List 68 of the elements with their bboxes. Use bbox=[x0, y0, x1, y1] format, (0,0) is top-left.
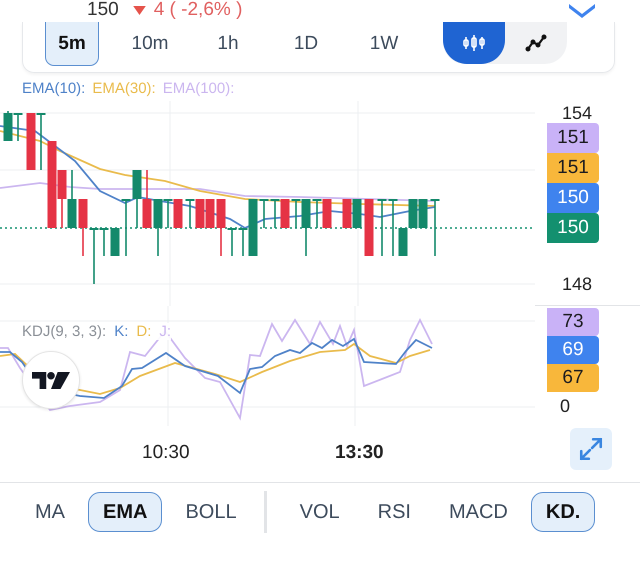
candle bbox=[352, 199, 362, 228]
candle bbox=[216, 199, 226, 256]
overlay-tab[interactable]: MA bbox=[20, 492, 80, 532]
indicator-legend-label: KDJ(9, 3, 3): bbox=[22, 323, 106, 340]
indicator-legend-label: EMA(100): bbox=[162, 80, 234, 99]
logo-icon bbox=[32, 370, 70, 390]
candle bbox=[68, 170, 76, 228]
candlestick-button[interactable] bbox=[443, 22, 505, 64]
timeframe-tab[interactable]: 1W bbox=[357, 22, 411, 66]
candle bbox=[78, 199, 88, 256]
expand-icon bbox=[578, 436, 604, 462]
down-triangle-icon bbox=[132, 6, 146, 14]
timeframe-tab[interactable]: 1D bbox=[279, 22, 333, 66]
candle bbox=[132, 170, 142, 228]
candle bbox=[418, 199, 428, 228]
price-axis-label: 148 bbox=[561, 274, 592, 294]
overlay-tab[interactable]: BOLL bbox=[170, 492, 252, 532]
candle bbox=[228, 228, 236, 256]
fullscreen-button[interactable] bbox=[570, 428, 612, 470]
line-chart-icon bbox=[524, 33, 548, 53]
indicator-legend-label: EMA(30): bbox=[92, 80, 156, 99]
candle bbox=[270, 199, 280, 228]
timeframe-tab[interactable]: 5m bbox=[45, 22, 99, 66]
price-badge: 151 bbox=[547, 153, 599, 183]
indicator-tab[interactable]: MACD bbox=[434, 492, 523, 532]
indicator-tab[interactable]: RSI bbox=[362, 492, 426, 532]
candle bbox=[378, 199, 386, 256]
candle bbox=[174, 199, 182, 228]
indicator-legend-label: EMA(10): bbox=[22, 80, 86, 99]
indicator-axis-label: 0 bbox=[559, 396, 570, 416]
price-axis-label: 154 bbox=[561, 103, 592, 123]
price-badge: 150 bbox=[547, 183, 599, 213]
candle bbox=[430, 199, 440, 256]
candle bbox=[14, 113, 22, 141]
candle bbox=[110, 228, 120, 256]
indicator-tab[interactable]: VOL bbox=[284, 492, 355, 532]
candle bbox=[364, 199, 374, 256]
candle bbox=[196, 199, 204, 228]
price-change: 4 ( -2,6% ) bbox=[154, 0, 242, 21]
time-axis-label: 10:30 bbox=[142, 442, 191, 464]
candle bbox=[280, 199, 290, 228]
candle bbox=[322, 199, 332, 228]
candle bbox=[142, 170, 152, 228]
indicator-badge: 69 bbox=[547, 336, 599, 364]
time-axis-label: 13:30 bbox=[335, 442, 385, 464]
indicator-badge: 67 bbox=[547, 364, 599, 392]
overlay-tab[interactable]: EMA bbox=[88, 492, 162, 532]
candle bbox=[122, 199, 130, 256]
candle bbox=[206, 199, 214, 228]
candle bbox=[408, 199, 418, 228]
candlestick-icon bbox=[462, 33, 486, 53]
candle bbox=[312, 199, 322, 228]
candle bbox=[260, 199, 268, 228]
candle bbox=[26, 113, 36, 170]
price-badge: 150 bbox=[547, 213, 599, 243]
indicator-badge: 73 bbox=[547, 308, 599, 336]
candle bbox=[4, 111, 12, 141]
timeframe-tab[interactable]: 10m bbox=[123, 22, 177, 66]
last-price: 150 bbox=[87, 0, 119, 21]
indicator-legend-label: K: bbox=[114, 323, 128, 340]
candle bbox=[36, 113, 46, 170]
indicator-tab[interactable]: KD. bbox=[530, 492, 596, 532]
timeframe-tab[interactable]: 1h bbox=[201, 22, 255, 66]
candle bbox=[342, 199, 352, 228]
indicator-legend-label: D: bbox=[136, 323, 152, 340]
indicator-legend-label: J: bbox=[159, 323, 172, 340]
candle bbox=[186, 199, 194, 228]
price-badge: 151 bbox=[547, 123, 599, 153]
